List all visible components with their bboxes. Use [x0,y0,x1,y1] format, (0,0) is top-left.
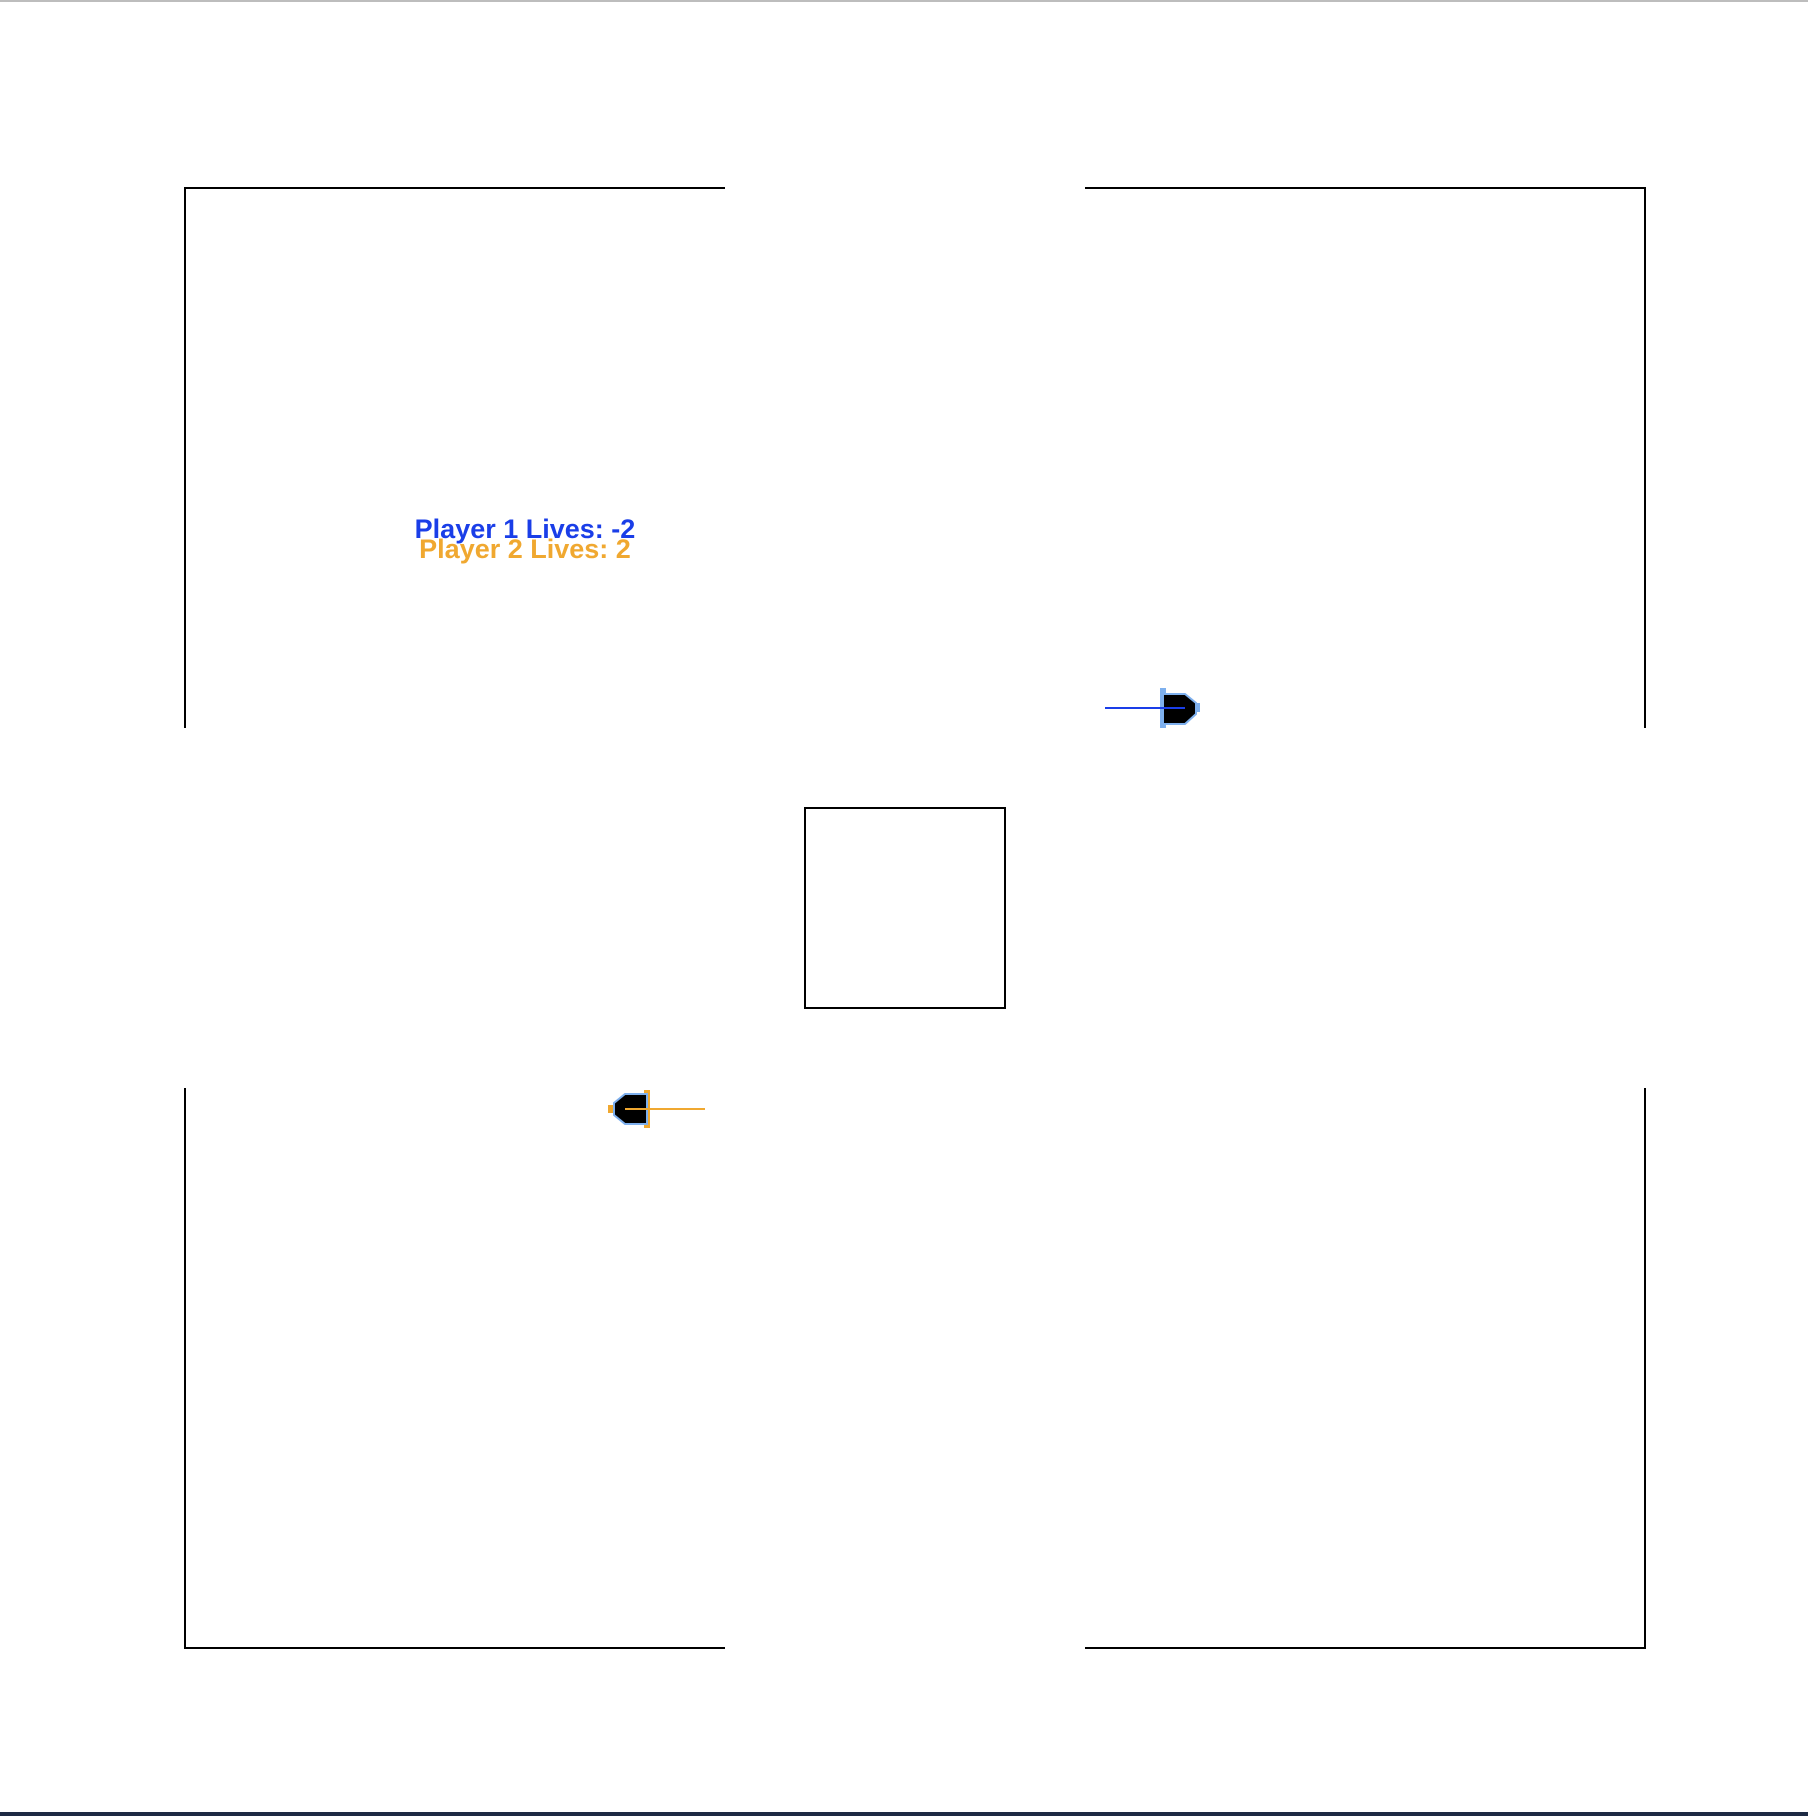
center-obstacle [804,807,1006,1009]
game-arena [184,187,1646,1649]
player-2-tank [608,1090,705,1128]
wall-bottom-left [184,1088,725,1649]
wall-top-right [1085,187,1646,728]
player-2-lives-label: Player 2 Lives: 2 [419,534,631,564]
wall-top-left [184,187,725,728]
wall-bottom-right [1085,1088,1646,1649]
window-bottom-border [0,1812,1808,1816]
player-1-tank [1105,688,1200,728]
